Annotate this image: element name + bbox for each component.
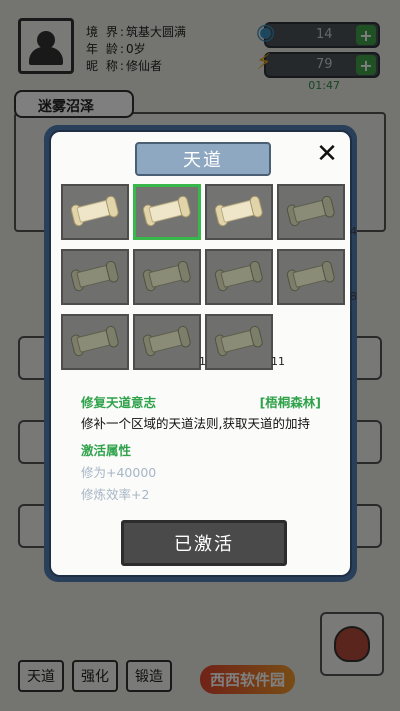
modal-title: 天道 — [135, 142, 271, 176]
scroll-tile[interactable]: 2 — [133, 184, 212, 240]
scroll-tile[interactable]: 11 — [205, 314, 285, 370]
close-icon[interactable]: ✕ — [314, 141, 340, 168]
scroll-icon — [285, 259, 336, 294]
attr-item: 修为+40000 — [81, 465, 157, 480]
attr-item: 修炼效率+2 — [81, 487, 150, 502]
scroll-icon — [213, 324, 264, 359]
scroll-icon — [69, 324, 120, 359]
scroll-tile[interactable]: 3 — [205, 184, 285, 240]
activated-button[interactable]: 已激活 — [121, 520, 287, 566]
scroll-icon — [213, 194, 264, 229]
scroll-number: 4 — [350, 225, 357, 238]
scroll-tile[interactable]: 7 — [205, 249, 285, 305]
scroll-number: 8 — [350, 290, 357, 303]
scroll-detail: 修复天道意志 [梧桐森林] 修补一个区域的天道法则,获取天道的加持 激活属性 修… — [81, 392, 321, 503]
scroll-icon — [69, 259, 120, 294]
scroll-grid: 123 4 567 8 910 11 — [61, 184, 357, 370]
scroll-tile[interactable]: 1 — [61, 184, 141, 240]
scroll-tile[interactable]: 6 — [133, 249, 213, 305]
scroll-icon — [213, 259, 264, 294]
scroll-icon — [69, 194, 120, 229]
tiandao-modal: 天道 ✕ 123 4 567 8 910 11 修复天道意志 [梧桐森林] 修补一个区域的… — [44, 125, 357, 582]
detail-description: 修补一个区域的天道法则,获取天道的加持 — [81, 416, 310, 431]
scroll-tile[interactable]: 8 — [277, 249, 357, 305]
scroll-icon — [141, 194, 192, 229]
scroll-tile[interactable]: 5 — [61, 249, 141, 305]
detail-name: 修复天道意志 — [81, 395, 157, 410]
attr-heading: 激活属性 — [81, 443, 132, 458]
scroll-icon — [285, 194, 336, 229]
scroll-number: 11 — [271, 355, 285, 368]
detail-header: 修复天道意志 [梧桐森林] — [81, 392, 321, 411]
modal-panel: 天道 ✕ 123 4 567 8 910 11 修复天道意志 [梧桐森林] 修补一个区域的… — [49, 130, 357, 577]
scroll-tile[interactable]: 10 — [133, 314, 213, 370]
scroll-tile[interactable]: 9 — [61, 314, 141, 370]
scroll-icon — [141, 324, 192, 359]
scroll-icon — [141, 259, 192, 294]
scroll-tile[interactable]: 4 — [277, 184, 357, 240]
detail-zone: [梧桐森林] — [259, 395, 321, 410]
